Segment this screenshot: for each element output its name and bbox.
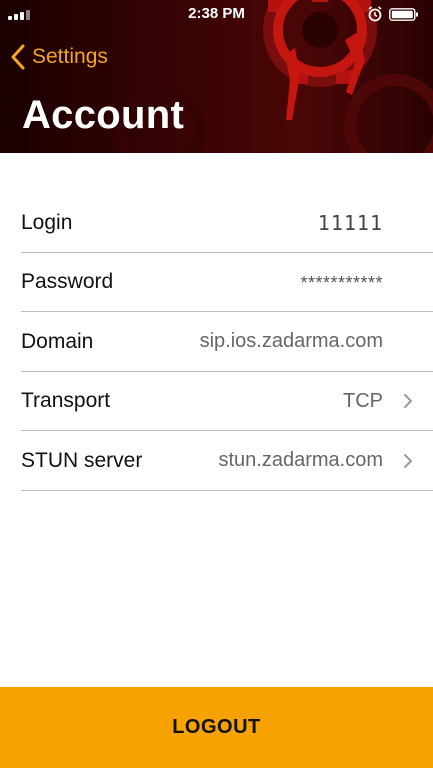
transport-row[interactable]: Transport TCP xyxy=(21,372,433,431)
chevron-left-icon xyxy=(11,44,25,70)
stun-server-row[interactable]: STUN server stun.zadarma.com xyxy=(21,431,433,491)
account-settings-list: Login 11111 Password *********** Domain … xyxy=(0,193,433,491)
chevron-right-icon xyxy=(404,453,412,468)
header-banner: 2:38 PM Settings Account xyxy=(0,0,433,153)
back-label: Settings xyxy=(32,45,108,68)
domain-value[interactable]: sip.ios.zadarma.com xyxy=(200,330,383,353)
back-button[interactable]: Settings xyxy=(10,41,108,73)
page-title: Account xyxy=(22,93,185,137)
divider xyxy=(21,489,433,491)
status-bar: 2:38 PM xyxy=(0,0,433,28)
stun-server-label: STUN server xyxy=(21,448,143,472)
login-label: Login xyxy=(21,210,73,234)
chevron-right-icon xyxy=(404,394,412,409)
login-row[interactable]: Login 11111 xyxy=(21,193,433,253)
domain-label: Domain xyxy=(21,329,94,353)
login-value[interactable]: 11111 xyxy=(318,211,383,235)
battery-icon xyxy=(389,8,418,21)
stun-server-value: stun.zadarma.com xyxy=(218,449,383,472)
password-value[interactable]: *********** xyxy=(300,273,383,294)
password-row[interactable]: Password *********** xyxy=(21,253,433,312)
transport-label: Transport xyxy=(21,389,111,413)
transport-value: TCP xyxy=(343,389,383,412)
password-label: Password xyxy=(21,270,114,294)
alarm-icon xyxy=(368,6,382,22)
logout-button[interactable]: LOGOUT xyxy=(0,687,433,768)
domain-row[interactable]: Domain sip.ios.zadarma.com xyxy=(21,312,433,372)
